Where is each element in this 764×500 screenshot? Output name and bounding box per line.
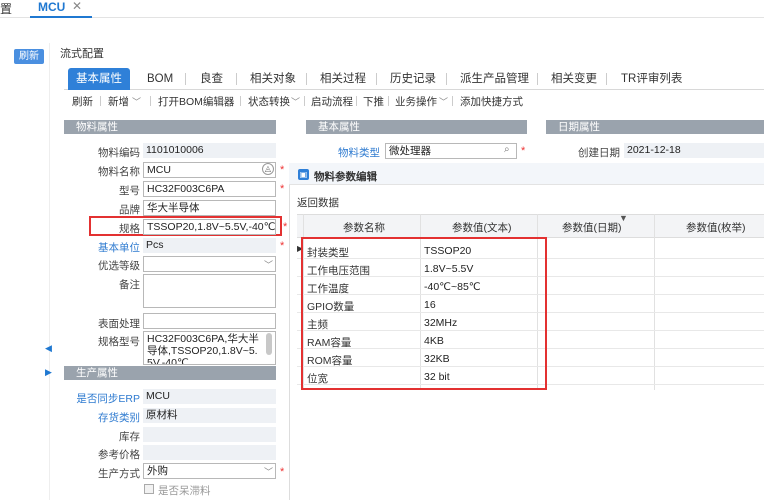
chevron-down-icon[interactable]: ﹀: [264, 465, 273, 478]
model-field[interactable]: HC32F003C6PA: [143, 181, 276, 197]
col-param-date[interactable]: 参数值(日期): [562, 220, 622, 235]
push-down-button[interactable]: 下推: [363, 94, 384, 109]
label-model: 型号: [119, 185, 140, 197]
label-preferred-level: 优选等级: [98, 260, 140, 272]
label-spec-model: 规格型号: [98, 336, 140, 348]
label-brand: 品牌: [119, 204, 140, 216]
label-material-code: 物料编码: [98, 147, 140, 159]
label-sync-erp: 是否同步ERP: [76, 393, 140, 405]
tab-check[interactable]: 良查: [200, 68, 223, 90]
chevron-down-icon[interactable]: ﹀: [264, 258, 273, 271]
remark-textarea[interactable]: [143, 274, 276, 308]
tab-history[interactable]: 历史记录: [390, 68, 436, 90]
lookup-icon[interactable]: ◬: [262, 163, 274, 175]
spec-model-textarea[interactable]: HC32F003C6PA,华大半导体,TSSOP20,1.8V~5.5V,-40…: [143, 331, 276, 365]
open-bom-editor-button[interactable]: 打开BOM编辑器: [158, 94, 234, 109]
tab-mcu[interactable]: MCU ✕: [30, 0, 92, 18]
scrollbar[interactable]: [266, 333, 272, 355]
tab-related-objects[interactable]: 相关对象: [250, 68, 296, 90]
required-marker: *: [521, 145, 526, 157]
params-highlight: [301, 237, 547, 390]
section-production-attributes: 生产属性: [64, 366, 276, 380]
search-icon[interactable]: ⌕: [504, 144, 510, 155]
required-marker: *: [280, 164, 285, 176]
col-param-name[interactable]: 参数名称: [343, 220, 385, 235]
label-remark: 备注: [119, 279, 140, 291]
label-material-name: 物料名称: [98, 166, 140, 178]
label-base-unit: 基本单位: [98, 242, 140, 254]
tab-related-changes[interactable]: 相关变更: [551, 68, 597, 90]
chevron-down-icon[interactable]: ﹀: [132, 95, 141, 108]
top-tab-bar: 置 MCU ✕: [0, 0, 764, 18]
tab-mcu-label: MCU: [38, 0, 66, 14]
tab-related-process[interactable]: 相关过程: [320, 68, 366, 90]
created-date-value: 2021-12-18: [624, 143, 764, 158]
bulk-material-checkbox[interactable]: [144, 484, 154, 494]
bulk-material-label: 是否呆滞料: [158, 485, 211, 497]
label-stock-category: 存货类别: [98, 412, 140, 424]
expand-right-icon[interactable]: ▶: [45, 367, 52, 378]
add-shortcut-button[interactable]: 添加快捷方式: [460, 94, 523, 109]
close-icon[interactable]: ✕: [72, 0, 82, 13]
section-date-attributes: 日期属性: [546, 120, 764, 134]
material-name-field[interactable]: MCU: [143, 162, 276, 178]
label-material-type: 物料类型: [338, 147, 380, 159]
start-flow-button[interactable]: 启动流程: [311, 94, 353, 109]
section-material-attributes: 物料属性: [64, 120, 276, 134]
required-marker: *: [280, 466, 285, 478]
tab-basic-attributes[interactable]: 基本属性: [68, 68, 130, 90]
state-transition-button[interactable]: 状态转换: [248, 94, 290, 109]
label-surface-treatment: 表面处理: [98, 318, 140, 330]
chevron-down-icon[interactable]: ﹀: [291, 95, 300, 108]
tab-tr-review[interactable]: TR评审列表: [621, 68, 682, 90]
sync-erp-value: MCU: [143, 389, 276, 404]
material-code-value: 1101010006: [143, 143, 276, 158]
dialog-app-icon: ▣: [298, 169, 309, 180]
label-production-method: 生产方式: [98, 468, 140, 480]
brand-field[interactable]: 华大半导体: [143, 200, 276, 216]
surface-treatment-field[interactable]: [143, 313, 276, 329]
label-stock: 库存: [119, 431, 140, 443]
tab-derived-products[interactable]: 派生产品管理: [460, 68, 529, 90]
material-type-field[interactable]: 微处理器: [385, 143, 517, 159]
reference-price-value: [143, 445, 276, 460]
production-method-select[interactable]: 外购: [143, 463, 276, 479]
col-param-text[interactable]: 参数值(文本): [452, 220, 512, 235]
stock-category-value: 原材料: [143, 408, 276, 423]
refresh-button[interactable]: 刷新: [72, 94, 93, 109]
label-reference-price: 参考价格: [98, 449, 140, 461]
required-marker: *: [280, 240, 285, 252]
required-marker: *: [280, 183, 285, 195]
left-sidebar: [0, 43, 50, 500]
page-title: 流式配置: [60, 48, 104, 60]
tab-bom[interactable]: BOM: [147, 68, 173, 90]
col-param-enum[interactable]: 参数值(枚举): [686, 220, 746, 235]
business-ops-button[interactable]: 业务操作: [395, 94, 437, 109]
label-spec: 规格: [119, 223, 140, 235]
return-data-button[interactable]: 返回数据: [297, 195, 339, 210]
new-button[interactable]: 新增: [108, 94, 129, 109]
spec-field[interactable]: TSSOP20,1.8V~5.5V,-40℃…: [143, 219, 276, 235]
dialog-title: 物料参数编辑: [314, 171, 377, 183]
base-unit-value: Pcs: [143, 238, 276, 253]
preferred-level-select[interactable]: [143, 256, 276, 272]
filter-icon[interactable]: ▼: [619, 213, 628, 223]
label-created-date: 创建日期: [578, 147, 620, 159]
chevron-down-icon[interactable]: ﹀: [439, 95, 448, 108]
sidebar-refresh-button[interactable]: 刷新: [14, 49, 44, 64]
section-basic-attributes: 基本属性: [306, 120, 527, 134]
stock-value: [143, 427, 276, 442]
required-marker: *: [283, 221, 288, 233]
collapse-left-icon[interactable]: ◀: [45, 343, 52, 354]
truncated-tab-text[interactable]: 置: [0, 0, 12, 17]
